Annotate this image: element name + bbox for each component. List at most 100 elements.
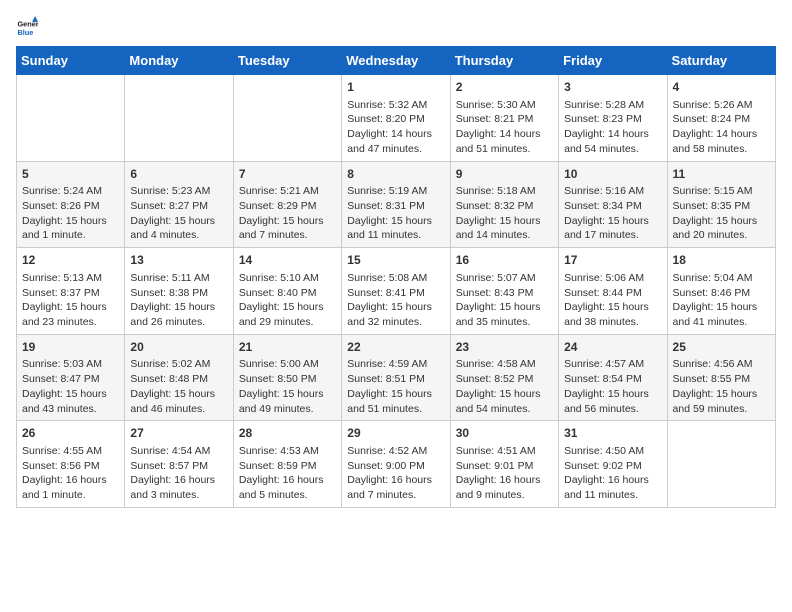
cell-line: Sunset: 8:46 PM — [673, 286, 770, 301]
cell-line: Sunset: 8:56 PM — [22, 459, 119, 474]
day-number: 13 — [130, 252, 227, 269]
cell-line: Daylight: 15 hours — [239, 300, 336, 315]
day-number: 5 — [22, 166, 119, 183]
cell-line: Sunrise: 5:07 AM — [456, 271, 553, 286]
calendar-cell — [17, 75, 125, 162]
calendar-cell: 27Sunrise: 4:54 AMSunset: 8:57 PMDayligh… — [125, 421, 233, 508]
cell-line: and 49 minutes. — [239, 402, 336, 417]
calendar-cell: 25Sunrise: 4:56 AMSunset: 8:55 PMDayligh… — [667, 334, 775, 421]
cell-line: Sunrise: 5:11 AM — [130, 271, 227, 286]
day-header-row: SundayMondayTuesdayWednesdayThursdayFrid… — [17, 47, 776, 75]
day-header-thursday: Thursday — [450, 47, 558, 75]
day-number: 30 — [456, 425, 553, 442]
cell-line: and 7 minutes. — [239, 228, 336, 243]
cell-line: Sunset: 8:31 PM — [347, 199, 444, 214]
cell-line: Sunrise: 5:13 AM — [22, 271, 119, 286]
cell-line: and 56 minutes. — [564, 402, 661, 417]
calendar-cell: 2Sunrise: 5:30 AMSunset: 8:21 PMDaylight… — [450, 75, 558, 162]
cell-line: Sunset: 8:59 PM — [239, 459, 336, 474]
day-number: 15 — [347, 252, 444, 269]
cell-line: Sunset: 8:38 PM — [130, 286, 227, 301]
day-number: 11 — [673, 166, 770, 183]
day-number: 21 — [239, 339, 336, 356]
cell-line: Sunset: 8:54 PM — [564, 372, 661, 387]
cell-line: and 9 minutes. — [456, 488, 553, 503]
cell-line: Daylight: 15 hours — [347, 300, 444, 315]
cell-line: Sunset: 8:29 PM — [239, 199, 336, 214]
cell-line: Sunrise: 4:53 AM — [239, 444, 336, 459]
day-number: 31 — [564, 425, 661, 442]
calendar-cell: 31Sunrise: 4:50 AMSunset: 9:02 PMDayligh… — [559, 421, 667, 508]
cell-line: and 43 minutes. — [22, 402, 119, 417]
cell-line: Sunrise: 5:24 AM — [22, 184, 119, 199]
calendar-cell: 15Sunrise: 5:08 AMSunset: 8:41 PMDayligh… — [342, 248, 450, 335]
cell-line: and 54 minutes. — [564, 142, 661, 157]
cell-line: Sunrise: 4:50 AM — [564, 444, 661, 459]
cell-line: Daylight: 15 hours — [673, 300, 770, 315]
cell-line: Sunrise: 5:15 AM — [673, 184, 770, 199]
calendar-cell: 24Sunrise: 4:57 AMSunset: 8:54 PMDayligh… — [559, 334, 667, 421]
day-header-sunday: Sunday — [17, 47, 125, 75]
calendar-cell: 10Sunrise: 5:16 AMSunset: 8:34 PMDayligh… — [559, 161, 667, 248]
cell-line: and 29 minutes. — [239, 315, 336, 330]
cell-line: Sunrise: 5:08 AM — [347, 271, 444, 286]
cell-line: and 7 minutes. — [347, 488, 444, 503]
cell-line: and 46 minutes. — [130, 402, 227, 417]
day-number: 7 — [239, 166, 336, 183]
calendar-cell: 17Sunrise: 5:06 AMSunset: 8:44 PMDayligh… — [559, 248, 667, 335]
day-number: 29 — [347, 425, 444, 442]
cell-line: Sunset: 8:34 PM — [564, 199, 661, 214]
cell-line: Sunrise: 5:28 AM — [564, 98, 661, 113]
cell-line: Daylight: 15 hours — [564, 387, 661, 402]
cell-line: and 14 minutes. — [456, 228, 553, 243]
cell-line: Sunrise: 4:55 AM — [22, 444, 119, 459]
cell-line: Sunset: 8:27 PM — [130, 199, 227, 214]
day-header-wednesday: Wednesday — [342, 47, 450, 75]
cell-line: Sunrise: 5:03 AM — [22, 357, 119, 372]
calendar-cell: 21Sunrise: 5:00 AMSunset: 8:50 PMDayligh… — [233, 334, 341, 421]
calendar-cell: 26Sunrise: 4:55 AMSunset: 8:56 PMDayligh… — [17, 421, 125, 508]
calendar-cell: 16Sunrise: 5:07 AMSunset: 8:43 PMDayligh… — [450, 248, 558, 335]
cell-line: Sunrise: 5:02 AM — [130, 357, 227, 372]
cell-line: and 38 minutes. — [564, 315, 661, 330]
cell-line: Sunset: 8:44 PM — [564, 286, 661, 301]
cell-line: Daylight: 15 hours — [673, 387, 770, 402]
cell-line: Daylight: 15 hours — [456, 214, 553, 229]
day-number: 8 — [347, 166, 444, 183]
cell-line: Sunrise: 5:19 AM — [347, 184, 444, 199]
day-number: 9 — [456, 166, 553, 183]
day-number: 18 — [673, 252, 770, 269]
cell-line: and 23 minutes. — [22, 315, 119, 330]
cell-line: and 17 minutes. — [564, 228, 661, 243]
day-number: 3 — [564, 79, 661, 96]
day-number: 23 — [456, 339, 553, 356]
calendar-cell: 18Sunrise: 5:04 AMSunset: 8:46 PMDayligh… — [667, 248, 775, 335]
cell-line: Daylight: 15 hours — [564, 300, 661, 315]
cell-line: Sunset: 8:40 PM — [239, 286, 336, 301]
cell-line: Daylight: 15 hours — [673, 214, 770, 229]
calendar-cell: 19Sunrise: 5:03 AMSunset: 8:47 PMDayligh… — [17, 334, 125, 421]
cell-line: Sunset: 8:24 PM — [673, 112, 770, 127]
cell-line: Sunset: 8:47 PM — [22, 372, 119, 387]
cell-line: Daylight: 15 hours — [239, 214, 336, 229]
day-number: 2 — [456, 79, 553, 96]
day-number: 14 — [239, 252, 336, 269]
calendar-cell: 12Sunrise: 5:13 AMSunset: 8:37 PMDayligh… — [17, 248, 125, 335]
calendar-cell: 11Sunrise: 5:15 AMSunset: 8:35 PMDayligh… — [667, 161, 775, 248]
day-number: 24 — [564, 339, 661, 356]
calendar-cell: 20Sunrise: 5:02 AMSunset: 8:48 PMDayligh… — [125, 334, 233, 421]
cell-line: Sunset: 8:48 PM — [130, 372, 227, 387]
cell-line: and 11 minutes. — [564, 488, 661, 503]
cell-line: and 47 minutes. — [347, 142, 444, 157]
cell-line: Sunrise: 4:54 AM — [130, 444, 227, 459]
cell-line: and 51 minutes. — [456, 142, 553, 157]
week-row-5: 26Sunrise: 4:55 AMSunset: 8:56 PMDayligh… — [17, 421, 776, 508]
cell-line: Sunrise: 5:21 AM — [239, 184, 336, 199]
cell-line: Sunset: 8:50 PM — [239, 372, 336, 387]
week-row-4: 19Sunrise: 5:03 AMSunset: 8:47 PMDayligh… — [17, 334, 776, 421]
cell-line: Daylight: 16 hours — [564, 473, 661, 488]
day-number: 1 — [347, 79, 444, 96]
cell-line: Daylight: 14 hours — [564, 127, 661, 142]
cell-line: Sunrise: 4:58 AM — [456, 357, 553, 372]
day-header-tuesday: Tuesday — [233, 47, 341, 75]
